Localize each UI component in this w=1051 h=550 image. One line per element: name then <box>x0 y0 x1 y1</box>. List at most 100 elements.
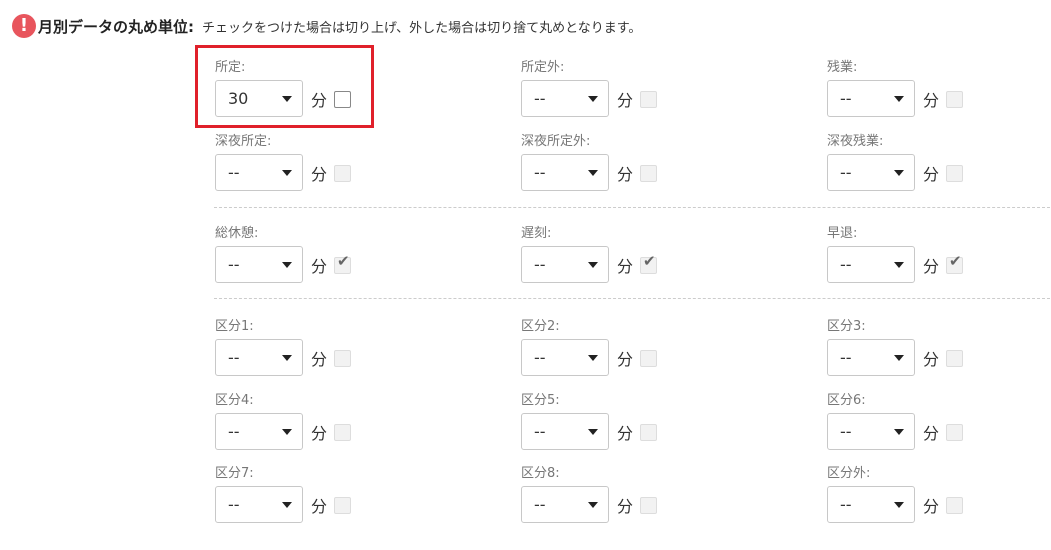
round-up-checkbox[interactable] <box>334 165 351 182</box>
field-label: 区分2: <box>521 319 560 334</box>
rounding-unit-select[interactable]: -- <box>521 80 609 117</box>
select-value: -- <box>228 255 240 274</box>
rounding-unit-select[interactable]: -- <box>521 154 609 191</box>
rounding-unit-select[interactable]: -- <box>521 246 609 283</box>
rounding-field: 区分2: -- 分 <box>521 315 781 387</box>
round-up-checkbox[interactable] <box>946 91 963 108</box>
rounding-field: 区分6: -- 分 <box>827 389 1051 461</box>
rounding-unit-select[interactable]: -- <box>827 246 915 283</box>
rounding-unit-select[interactable]: -- <box>827 154 915 191</box>
dropdown-arrow-icon <box>894 170 904 176</box>
divider <box>214 207 1050 208</box>
rounding-unit-select[interactable]: -- <box>827 486 915 523</box>
round-up-checkbox[interactable] <box>334 350 351 367</box>
rounding-field: 総休憩: -- 分 ✔ <box>215 222 475 294</box>
round-up-checkbox[interactable] <box>946 424 963 441</box>
round-up-checkbox[interactable]: ✔ <box>640 252 657 274</box>
dropdown-arrow-icon <box>588 96 598 102</box>
dropdown-arrow-icon <box>588 355 598 361</box>
unit-label: 分 <box>311 91 328 110</box>
unit-label: 分 <box>923 91 940 110</box>
field-label: 区分4: <box>215 393 254 408</box>
rounding-unit-select[interactable]: -- <box>521 486 609 523</box>
round-up-checkbox[interactable] <box>640 497 657 514</box>
round-up-checkbox[interactable] <box>946 497 963 514</box>
rounding-unit-select[interactable]: -- <box>827 80 915 117</box>
field-label: 区分7: <box>215 466 254 481</box>
rounding-unit-select[interactable]: -- <box>215 413 303 450</box>
rounding-field: 区分外: -- 分 <box>827 462 1051 534</box>
dropdown-arrow-icon <box>282 502 292 508</box>
unit-label: 分 <box>617 165 634 184</box>
select-value: -- <box>534 422 546 441</box>
round-up-checkbox[interactable] <box>334 424 351 441</box>
unit-label: 分 <box>617 497 634 516</box>
select-value: -- <box>840 348 852 367</box>
dropdown-arrow-icon <box>588 262 598 268</box>
unit-label: 分 <box>923 257 940 276</box>
field-label: 総休憩: <box>215 226 259 241</box>
dropdown-arrow-icon <box>588 502 598 508</box>
rounding-unit-select[interactable]: -- <box>215 486 303 523</box>
dropdown-arrow-icon <box>894 96 904 102</box>
field-label: 遅刻: <box>521 226 552 241</box>
unit-label: 分 <box>617 257 634 276</box>
round-up-checkbox[interactable] <box>334 497 351 514</box>
unit-label: 分 <box>311 497 328 516</box>
unit-label: 分 <box>923 350 940 369</box>
rounding-unit-select[interactable]: -- <box>215 339 303 376</box>
field-label: 区分1: <box>215 319 254 334</box>
dropdown-arrow-icon <box>894 429 904 435</box>
dropdown-arrow-icon <box>588 170 598 176</box>
field-label: 区分8: <box>521 466 560 481</box>
rounding-field: 区分5: -- 分 <box>521 389 781 461</box>
unit-label: 分 <box>923 165 940 184</box>
select-value: -- <box>534 89 546 108</box>
round-up-checkbox[interactable] <box>640 350 657 367</box>
rounding-unit-select[interactable]: -- <box>827 413 915 450</box>
rounding-field: 深夜所定: -- 分 <box>215 130 475 202</box>
field-label: 残業: <box>827 60 858 75</box>
unit-label: 分 <box>311 350 328 369</box>
unit-label: 分 <box>617 424 634 443</box>
rounding-field: 区分7: -- 分 <box>215 462 475 534</box>
round-up-checkbox[interactable] <box>640 91 657 108</box>
round-up-checkbox[interactable] <box>946 165 963 182</box>
dropdown-arrow-icon <box>894 262 904 268</box>
round-up-checkbox[interactable]: ✔ <box>946 254 963 274</box>
select-value: -- <box>228 495 240 514</box>
field-label: 深夜所定: <box>215 134 272 149</box>
rounding-field: 遅刻: -- 分 ✔ <box>521 222 781 294</box>
unit-label: 分 <box>311 424 328 443</box>
round-up-checkbox[interactable]: ✔ <box>334 254 351 274</box>
round-up-checkbox[interactable] <box>334 91 351 108</box>
field-label: 早退: <box>827 226 858 241</box>
section-header: ! 月別データの丸め単位: チェックをつけた場合は切り上げ、外した場合は切り捨て… <box>12 14 641 38</box>
rounding-field: 所定: 30 分 <box>215 56 475 128</box>
round-up-checkbox[interactable] <box>640 424 657 441</box>
rounding-unit-select[interactable]: -- <box>215 246 303 283</box>
rounding-unit-select[interactable]: -- <box>215 154 303 191</box>
rounding-unit-select[interactable]: -- <box>521 413 609 450</box>
rounding-unit-select[interactable]: -- <box>827 339 915 376</box>
dropdown-arrow-icon <box>282 355 292 361</box>
checkmark-icon: ✔ <box>643 252 656 270</box>
select-value: -- <box>228 163 240 182</box>
rounding-field: 早退: -- 分 ✔ <box>827 222 1051 294</box>
rounding-unit-select[interactable]: 30 <box>215 80 303 117</box>
select-value: -- <box>228 422 240 441</box>
rounding-settings-panel: ! 月別データの丸め単位: チェックをつけた場合は切り上げ、外した場合は切り捨て… <box>0 0 1051 550</box>
round-up-checkbox[interactable] <box>946 350 963 367</box>
rounding-field: 区分8: -- 分 <box>521 462 781 534</box>
dropdown-arrow-icon <box>894 502 904 508</box>
dropdown-arrow-icon <box>894 355 904 361</box>
dropdown-arrow-icon <box>282 96 292 102</box>
field-label: 区分6: <box>827 393 866 408</box>
select-value: -- <box>840 255 852 274</box>
round-up-checkbox[interactable] <box>640 165 657 182</box>
field-label: 深夜所定外: <box>521 134 591 149</box>
rounding-unit-select[interactable]: -- <box>521 339 609 376</box>
select-value: -- <box>534 255 546 274</box>
select-value: -- <box>534 163 546 182</box>
dropdown-arrow-icon <box>588 429 598 435</box>
